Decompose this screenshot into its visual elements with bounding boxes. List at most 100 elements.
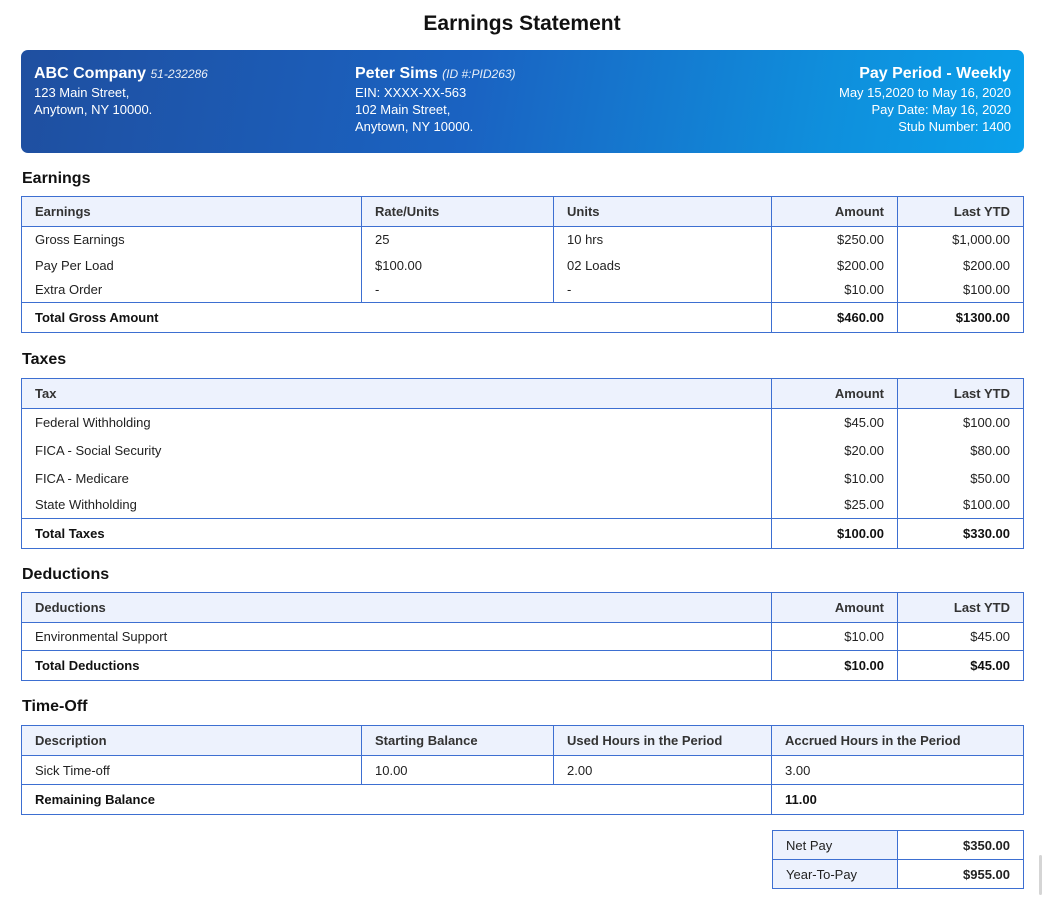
year-to-pay-value: $955.00 (897, 859, 1024, 889)
net-pay-value: $350.00 (897, 830, 1024, 860)
cell: $200.00 (897, 252, 1024, 278)
scrollbar[interactable] (1039, 855, 1042, 895)
employer-id: 51-232286 (150, 67, 208, 81)
column-header: Amount (771, 196, 898, 227)
total-label: Total Taxes (21, 518, 772, 549)
cell: 2.00 (553, 755, 772, 785)
total-amount: $100.00 (771, 518, 898, 549)
table-row: Environmental Support $10.00 $45.00 (21, 622, 1024, 651)
total-amount: $460.00 (771, 302, 898, 333)
cell: Environmental Support (21, 622, 772, 651)
timeoff-section-title: Time-Off (22, 698, 88, 715)
cell: $25.00 (771, 491, 898, 519)
cell: - (361, 277, 554, 303)
employer-address-line1: 123 Main Street, (34, 85, 130, 100)
pay-period-info: Pay Period - Weekly May 15,2020 to May 1… (839, 64, 1011, 135)
cell: Pay Per Load (21, 252, 362, 278)
cell: 25 (361, 226, 554, 253)
table-header-row: Tax Amount Last YTD (21, 378, 1024, 409)
pay-period-range: May 15,2020 to May 16, 2020 (838, 85, 1011, 100)
table-header-row: Deductions Amount Last YTD (21, 592, 1024, 623)
column-header: Last YTD (897, 378, 1024, 409)
cell: - (553, 277, 772, 303)
cell: $45.00 (771, 408, 898, 437)
column-header: Earnings (21, 196, 362, 227)
employer-address-line2: Anytown, NY 10000. (34, 102, 153, 117)
cell: 3.00 (771, 755, 1024, 785)
header-banner: ABC Company 51-232286 123 Main Street, A… (21, 50, 1024, 153)
total-ytd: $45.00 (897, 650, 1024, 681)
year-to-pay-label: Year-To-Pay (772, 859, 898, 889)
cell: $100.00 (897, 491, 1024, 519)
total-row: Total Taxes $100.00 $330.00 (21, 518, 1024, 549)
cell: Federal Withholding (21, 408, 772, 437)
cell: Gross Earnings (21, 226, 362, 253)
cell: Extra Order (21, 277, 362, 303)
cell: $250.00 (771, 226, 898, 253)
cell: State Withholding (21, 491, 772, 519)
total-label: Total Deductions (21, 650, 772, 681)
cell: $10.00 (771, 464, 898, 492)
total-ytd: $1300.00 (897, 302, 1024, 333)
total-row: Total Gross Amount $460.00 $1300.00 (21, 302, 1024, 333)
timeoff-table: Description Starting Balance Used Hours … (21, 725, 1024, 815)
table-row: Extra Order - - $10.00 $100.00 (21, 277, 1024, 303)
employee-info: Peter Sims (ID #:PID263) EIN: XXXX-XX-56… (355, 64, 516, 135)
cell: $10.00 (771, 622, 898, 651)
stub-number: Stub Number: 1400 (898, 119, 1011, 134)
employer-info: ABC Company 51-232286 123 Main Street, A… (34, 64, 208, 118)
column-header: Used Hours in the Period (553, 725, 772, 756)
net-pay-label: Net Pay (772, 830, 898, 860)
cell: $20.00 (771, 436, 898, 465)
cell: $1,000.00 (897, 226, 1024, 253)
cell: 02 Loads (553, 252, 772, 278)
employee-name: Peter Sims (355, 65, 438, 82)
cell: Sick Time-off (21, 755, 362, 785)
column-header: Rate/Units (361, 196, 554, 227)
cell: $100.00 (897, 277, 1024, 303)
column-header: Description (21, 725, 362, 756)
cell: FICA - Social Security (21, 436, 772, 465)
deductions-table: Deductions Amount Last YTD Environmental… (21, 592, 1024, 681)
taxes-section-title: Taxes (22, 351, 67, 368)
column-header: Amount (771, 592, 898, 623)
net-pay-row: Net Pay $350.00 (772, 830, 1024, 860)
employee-address-line2: Anytown, NY 10000. (355, 119, 474, 134)
total-amount: $10.00 (771, 650, 898, 681)
table-row: Sick Time-off 10.00 2.00 3.00 (21, 755, 1024, 785)
cell: $50.00 (897, 464, 1024, 492)
cell: $100.00 (361, 252, 554, 278)
table-header-row: Earnings Rate/Units Units Amount Last YT… (21, 196, 1024, 227)
column-header: Tax (21, 378, 772, 409)
cell: $100.00 (897, 408, 1024, 437)
table-row: Pay Per Load $100.00 02 Loads $200.00 $2… (21, 252, 1024, 278)
cell: FICA - Medicare (21, 464, 772, 492)
table-row: Federal Withholding $45.00 $100.00 (21, 408, 1024, 437)
pay-date: Pay Date: May 16, 2020 (871, 102, 1011, 117)
cell: $10.00 (771, 277, 898, 303)
cell: 10.00 (361, 755, 554, 785)
column-header: Accrued Hours in the Period (771, 725, 1024, 756)
earnings-table: Earnings Rate/Units Units Amount Last YT… (21, 196, 1024, 333)
column-header: Amount (771, 378, 898, 409)
year-to-pay-row: Year-To-Pay $955.00 (772, 859, 1024, 889)
column-header: Last YTD (897, 196, 1024, 227)
column-header: Deductions (21, 592, 772, 623)
table-row: FICA - Social Security $20.00 $80.00 (21, 436, 1024, 465)
table-row: Gross Earnings 25 10 hrs $250.00 $1,000.… (21, 226, 1024, 253)
column-header: Starting Balance (361, 725, 554, 756)
total-row: Total Deductions $10.00 $45.00 (21, 650, 1024, 681)
employee-ein: EIN: XXXX-XX-563 (355, 85, 467, 100)
total-row: Remaining Balance 11.00 (21, 784, 1024, 815)
deductions-section-title: Deductions (22, 566, 110, 583)
cell: 10 hrs (553, 226, 772, 253)
net-pay-summary: Net Pay $350.00 Year-To-Pay $955.00 (772, 830, 1024, 889)
total-label: Total Gross Amount (21, 302, 772, 333)
cell: $80.00 (897, 436, 1024, 465)
table-row: State Withholding $25.00 $100.00 (21, 491, 1024, 519)
remaining-balance-value: 11.00 (771, 784, 1024, 815)
employee-address-line1: 102 Main Street, (355, 102, 451, 117)
employee-id: (ID #:PID263) (442, 67, 516, 81)
employer-name: ABC Company (34, 65, 147, 82)
page-title: Earnings Statement (423, 12, 621, 35)
